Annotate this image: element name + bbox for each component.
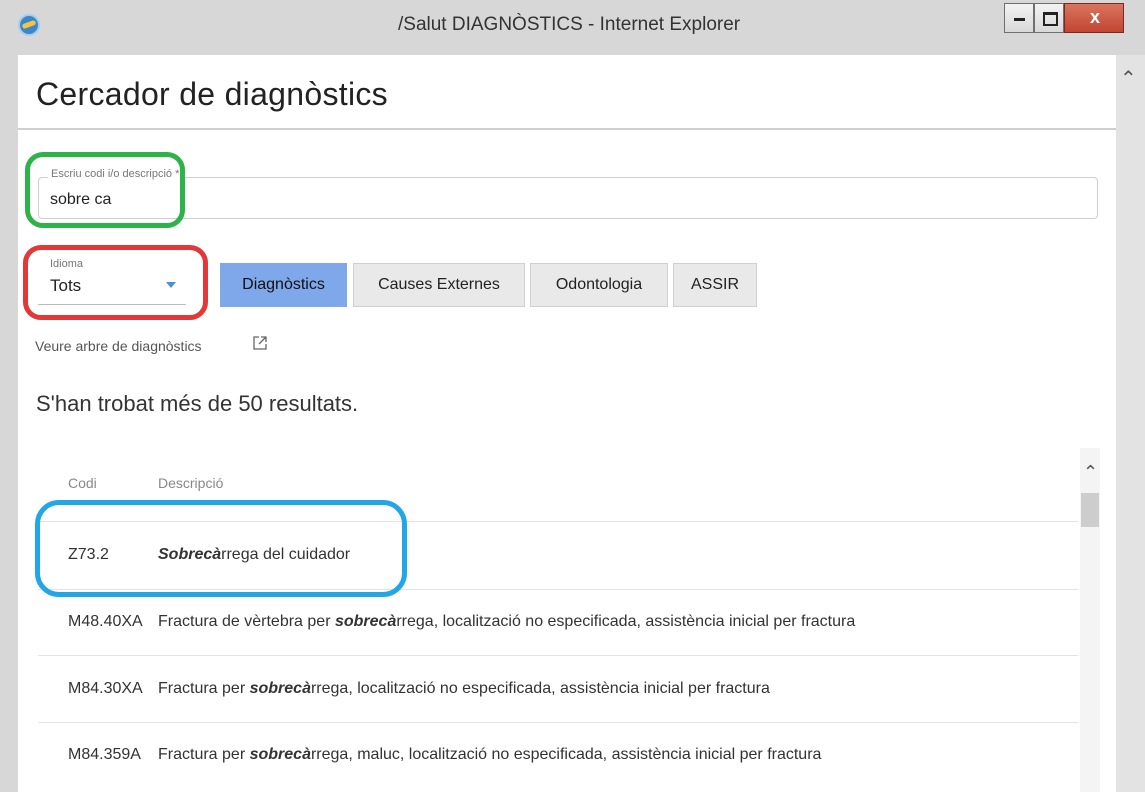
header-divider: [18, 128, 1116, 130]
window-title: /Salut DIAGNÒSTICS - Internet Explorer: [398, 14, 741, 35]
tab-diagnostics[interactable]: Diagnòstics: [220, 263, 347, 307]
row-description-pre: Fractura per: [158, 680, 250, 697]
table-divider: [38, 521, 1078, 522]
row-code: M84.359A: [68, 746, 141, 763]
results-summary: S'han trobat més de 50 resultats.: [36, 391, 359, 416]
row-description-pre: Fractura de vèrtebra per: [158, 613, 335, 630]
column-header-description: Descripció: [158, 475, 224, 491]
chevron-down-icon[interactable]: [166, 282, 176, 288]
table-divider: [38, 589, 1078, 590]
maximize-button[interactable]: [1034, 3, 1064, 33]
row-description-rest: rrega del cuidador: [221, 546, 351, 563]
row-description-rest: rrega, localització no especificada, ass…: [310, 680, 770, 697]
row-description: Sobrecàrrega del cuidador: [158, 546, 350, 564]
diagnostics-tree-link[interactable]: Veure arbre de diagnòstics: [35, 338, 202, 354]
close-icon: x: [1089, 7, 1100, 27]
minimize-button[interactable]: [1004, 3, 1034, 33]
search-input[interactable]: [50, 191, 350, 209]
match-highlight: sobrecà: [249, 680, 311, 697]
match-highlight: sobrecà: [334, 613, 397, 630]
row-description: Fractura per sobrecàrrega, maluc, locali…: [158, 746, 821, 764]
internet-explorer-icon: [18, 14, 40, 36]
column-header-code: Codi: [68, 475, 97, 491]
window-titlebar: /Salut DIAGNÒSTICS - Internet Explorer x: [0, 0, 1145, 55]
tab-assir[interactable]: ASSIR: [673, 263, 757, 307]
page-scrollbar[interactable]: [1116, 55, 1145, 792]
row-code: Z73.2: [68, 546, 109, 563]
match-highlight: sobrecà: [249, 746, 311, 763]
external-link-icon[interactable]: [253, 336, 267, 350]
close-button[interactable]: x: [1064, 3, 1124, 33]
results-scroll-up-icon[interactable]: ⌃: [1083, 462, 1098, 483]
tab-odontologia[interactable]: Odontologia: [530, 263, 668, 307]
row-description: Fractura per sobrecàrrega, localització …: [158, 680, 770, 698]
page-title: Cercador de diagnòstics: [36, 76, 388, 112]
language-select-underline: [38, 304, 186, 305]
results-scrollbar-thumb[interactable]: [1081, 493, 1099, 527]
row-description-rest: rrega, localització no especificada, ass…: [396, 613, 856, 630]
table-divider: [38, 655, 1078, 656]
search-field-label: Escriu codi i/o descripció *: [48, 168, 183, 180]
row-code: M48.40XA: [68, 613, 143, 630]
table-divider: [38, 722, 1078, 723]
tab-causes-externes[interactable]: Causes Externes: [353, 263, 525, 307]
language-select-value[interactable]: Tots: [50, 276, 81, 296]
row-description: Fractura de vèrtebra per sobrecàrrega, l…: [158, 613, 855, 631]
row-description-pre: Fractura per: [158, 746, 250, 763]
language-select-label: Idioma: [50, 258, 84, 270]
match-highlight: Sobrecà: [158, 546, 222, 563]
row-description-rest: rrega, maluc, localització no especifica…: [310, 746, 822, 763]
window-frame-left: [0, 55, 18, 792]
page-scroll-up-icon[interactable]: ⌃: [1120, 66, 1137, 91]
row-code: M84.30XA: [68, 680, 143, 697]
